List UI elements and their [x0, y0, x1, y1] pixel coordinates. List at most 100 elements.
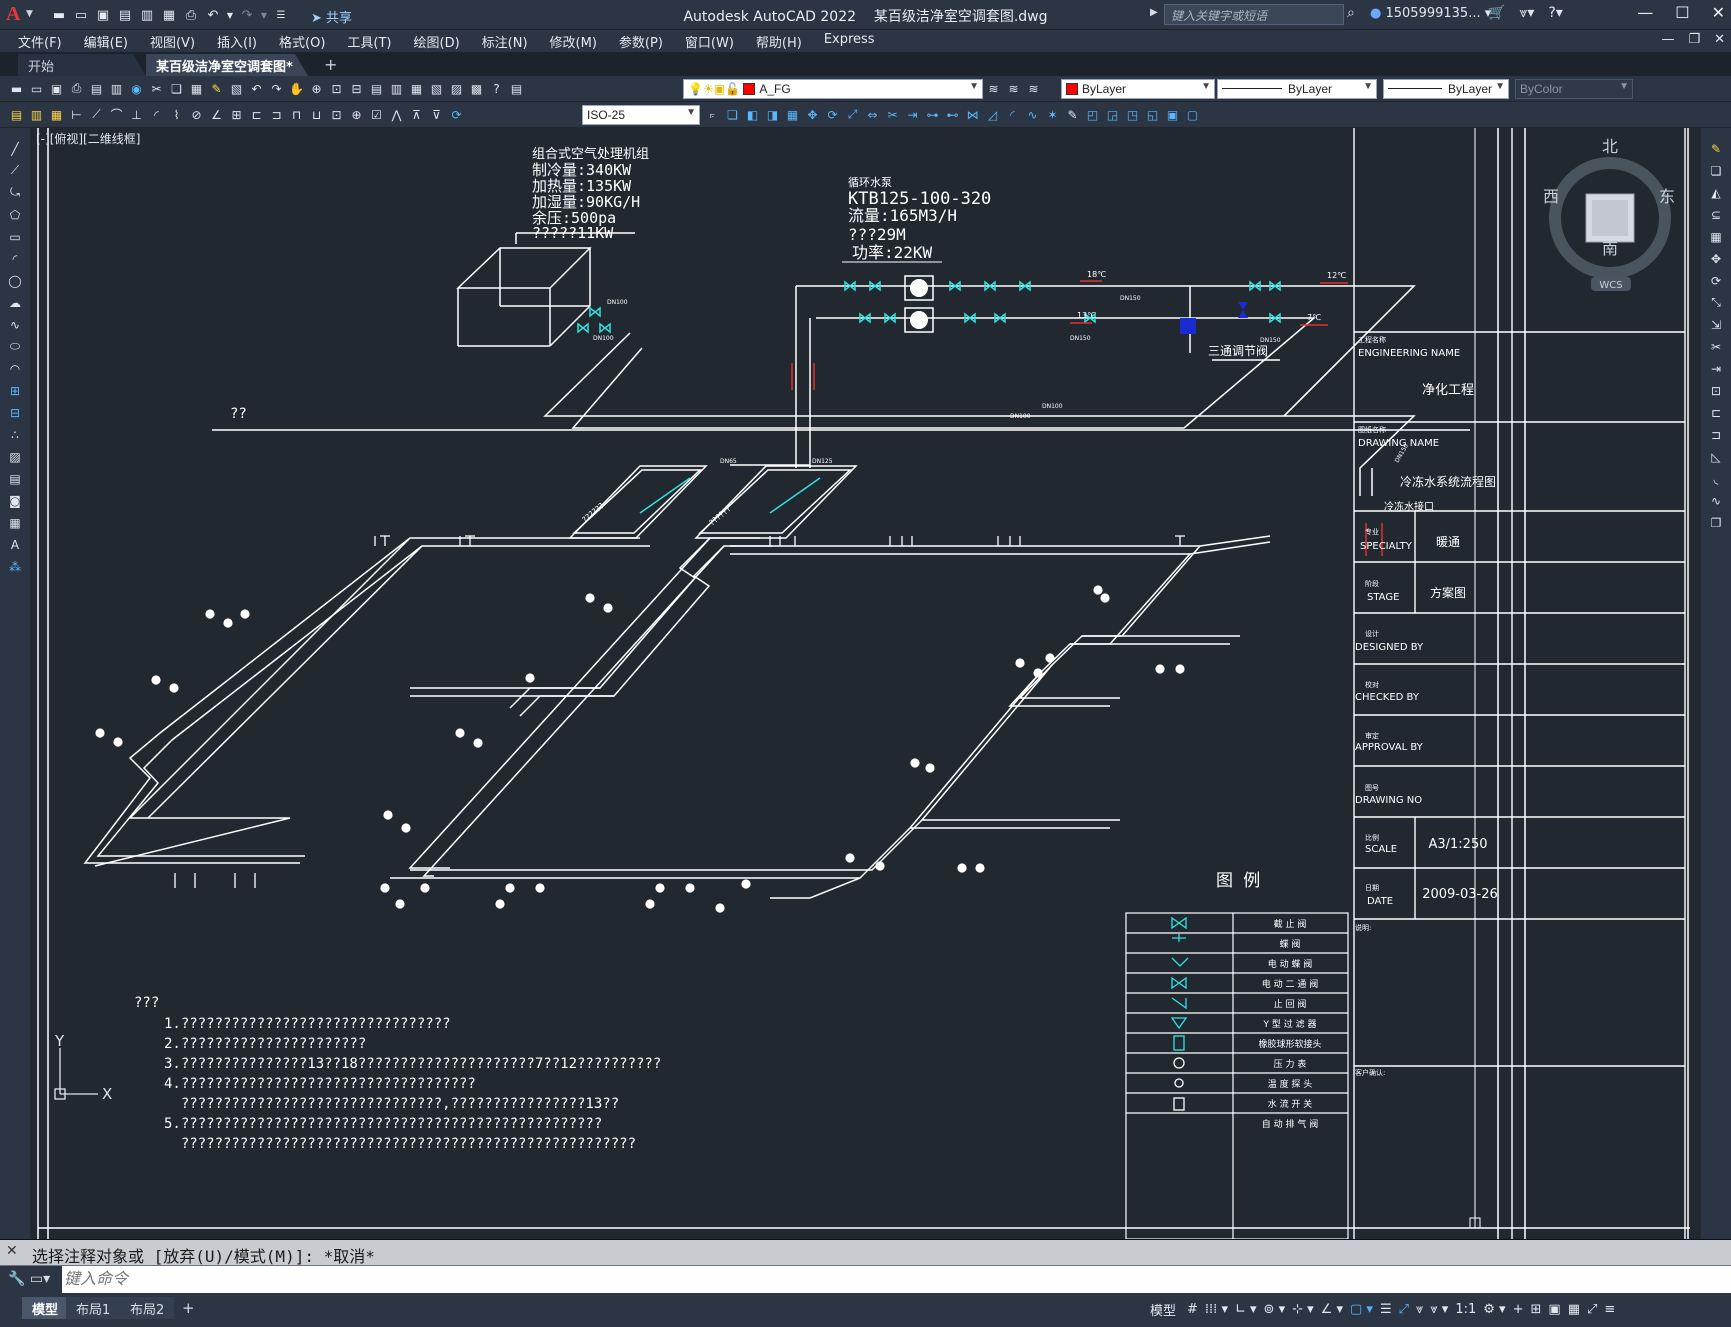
doc-minimize-icon[interactable]: —	[1661, 32, 1674, 47]
rotate-palette-icon[interactable]: ⟳	[1707, 272, 1725, 289]
center-mark-icon[interactable]: ⊕	[348, 106, 365, 123]
draworder-below-icon[interactable]: ◱	[1144, 106, 1161, 123]
share-button[interactable]: ➤ 共享	[311, 7, 352, 26]
menu-file[interactable]: 文件(F)	[18, 32, 62, 51]
maximize-button[interactable]: ☐	[1675, 3, 1689, 22]
text-style-icon[interactable]: ▤	[8, 106, 25, 123]
menu-parametric[interactable]: 参数(P)	[619, 32, 663, 51]
menu-modify[interactable]: 修改(M)	[550, 32, 597, 51]
minimize-button[interactable]: —	[1637, 3, 1653, 22]
linear-dim-icon[interactable]: ⊢	[68, 106, 85, 123]
search-icon[interactable]: ⌕	[1347, 5, 1355, 21]
add-icon[interactable]: +	[1513, 1302, 1524, 1317]
snap-icon[interactable]: ⁞⁞⁞ ▾	[1205, 1302, 1228, 1317]
copy-palette-icon[interactable]: ❏	[1707, 162, 1725, 179]
break-at-point-icon[interactable]: ⊶	[924, 106, 941, 123]
polygon-icon[interactable]: ⬠	[6, 206, 24, 223]
paste-icon[interactable]: ▦	[188, 80, 205, 97]
help-tool-icon[interactable]: ?	[488, 80, 505, 97]
menu-express[interactable]: Express	[824, 32, 875, 51]
dim-space-icon[interactable]: ⊓	[288, 106, 305, 123]
copy-icon[interactable]: ❏	[168, 80, 185, 97]
annotation-scale-value[interactable]: 1:1	[1455, 1302, 1476, 1317]
dim-override-icon[interactable]: ⟔	[704, 106, 721, 123]
hardware-accel-icon[interactable]: ▦	[1568, 1302, 1580, 1317]
auto-scale-icon[interactable]: ⩔	[1416, 1302, 1423, 1317]
region-icon[interactable]: ◙	[6, 492, 24, 509]
layer-dropdown[interactable]: 💡☀▣🔓 A_FG ▼	[683, 79, 983, 99]
stretch-palette-icon[interactable]: ⇲	[1707, 316, 1725, 333]
autocad-logo-icon[interactable]: A	[6, 3, 20, 26]
plot-preview-icon[interactable]: ▤	[88, 80, 105, 97]
circle-icon[interactable]: ◯	[6, 272, 24, 289]
viewcube-east[interactable]: 东	[1659, 187, 1675, 206]
quick-dim-icon[interactable]: ⊞	[228, 106, 245, 123]
ordinate-dim-icon[interactable]: ⊥	[128, 106, 145, 123]
tolerance-icon[interactable]: ⊡	[328, 106, 345, 123]
doc-restore-icon[interactable]: ❐	[1688, 32, 1700, 47]
command-input[interactable]	[64, 1268, 1664, 1292]
lineweight-dropdown[interactable]: ByLayer ▼	[1383, 79, 1509, 99]
new-tab-button[interactable]: +	[324, 55, 337, 74]
web-mobile-open-icon[interactable]: ▥	[138, 6, 156, 24]
tab-drawing[interactable]: 某百级洁净室空调套图* ✕	[146, 54, 308, 76]
point-icon[interactable]: ∴	[6, 426, 24, 443]
menu-window[interactable]: 窗口(W)	[685, 32, 734, 51]
doc-close-icon[interactable]: ✕	[1714, 32, 1725, 47]
dim-edit-icon[interactable]: ⊼	[408, 106, 425, 123]
grid-icon[interactable]: #	[1187, 1302, 1198, 1317]
menu-view[interactable]: 视图(V)	[150, 32, 195, 51]
zoom-window-icon[interactable]: ⊡	[328, 80, 345, 97]
help-icon[interactable]: ?▾	[1548, 5, 1562, 21]
linetype-dropdown[interactable]: ByLayer ▼	[1217, 79, 1377, 99]
save-icon[interactable]: ▣	[94, 6, 112, 24]
color-dropdown[interactable]: ByLayer ▼	[1061, 79, 1215, 99]
scale-palette-icon[interactable]: ⤡	[1707, 294, 1725, 311]
array-icon[interactable]: ▦	[784, 106, 801, 123]
user-account[interactable]: ● 1505999135... ▾	[1370, 6, 1491, 21]
angular-dim-icon[interactable]: ∠	[208, 106, 225, 123]
table-style-icon[interactable]: ▦	[48, 106, 65, 123]
lineweight-icon[interactable]: ☰	[1380, 1302, 1392, 1317]
properties-icon[interactable]: ▤	[368, 80, 385, 97]
cad-drawing[interactable]: 北 南 西 东 WCS 组合式空气处理机组 制冷量:340KW 加热量:135K…	[30, 128, 1701, 1239]
mirror-palette-icon[interactable]: ◭	[1707, 184, 1725, 201]
menu-help[interactable]: 帮助(H)	[756, 32, 802, 51]
trim-icon[interactable]: ✂	[884, 106, 901, 123]
array-palette-icon[interactable]: ▦	[1707, 228, 1725, 245]
dim-update-icon[interactable]: ⟳	[448, 106, 465, 123]
rotate-icon[interactable]: ⟳	[824, 106, 841, 123]
redo-tool-icon[interactable]: ↷	[268, 80, 285, 97]
object-snap-icon[interactable]: ▢ ▾	[1350, 1302, 1373, 1317]
command-close-icon[interactable]: ✕	[6, 1243, 18, 1259]
plot-tool-icon[interactable]: ⎙	[68, 80, 85, 97]
quickcalc-icon[interactable]: ▩	[468, 80, 485, 97]
viewcube-north[interactable]: 北	[1602, 137, 1618, 156]
annotation-visibility-icon[interactable]: ⤢	[1399, 1302, 1409, 1317]
hatch-icon[interactable]: ▨	[6, 448, 24, 465]
pan-icon[interactable]: ✋	[288, 80, 305, 97]
redo-dropdown-icon[interactable]: ▼	[260, 6, 268, 24]
break-point-palette-icon[interactable]: ⊡	[1707, 382, 1725, 399]
markup-icon[interactable]: ▨	[448, 80, 465, 97]
aligned-dim-icon[interactable]: ⟋	[88, 106, 105, 123]
customization-icon[interactable]: ≡	[1604, 1302, 1615, 1317]
polyline-icon[interactable]: ⤿	[6, 184, 24, 201]
mirror-icon[interactable]: ◧	[744, 106, 761, 123]
ellipse-arc-icon[interactable]: ◠	[6, 360, 24, 377]
blend-palette-icon[interactable]: ∿	[1707, 492, 1725, 509]
trim-palette-icon[interactable]: ✂	[1707, 338, 1725, 355]
qnew-icon[interactable]: ▬	[8, 80, 25, 97]
layout-tab-1[interactable]: 布局1	[66, 1297, 121, 1319]
tab-start[interactable]: 开始	[18, 54, 146, 76]
model-space-button[interactable]: 模型	[1150, 1300, 1176, 1319]
object-snap-tracking-icon[interactable]: ∠ ▾	[1321, 1302, 1343, 1317]
offset-palette-icon[interactable]: ⊆	[1707, 206, 1725, 223]
continue-dim-icon[interactable]: ⊐	[268, 106, 285, 123]
diameter-dim-icon[interactable]: ⊘	[188, 106, 205, 123]
move-palette-icon[interactable]: ✥	[1707, 250, 1725, 267]
autodesk-app-icon[interactable]: ⩔▾	[1519, 5, 1534, 21]
multiline-text-icon[interactable]: A	[6, 536, 24, 553]
offset-icon[interactable]: ◨	[764, 106, 781, 123]
save-as-icon[interactable]: ▤	[116, 6, 134, 24]
